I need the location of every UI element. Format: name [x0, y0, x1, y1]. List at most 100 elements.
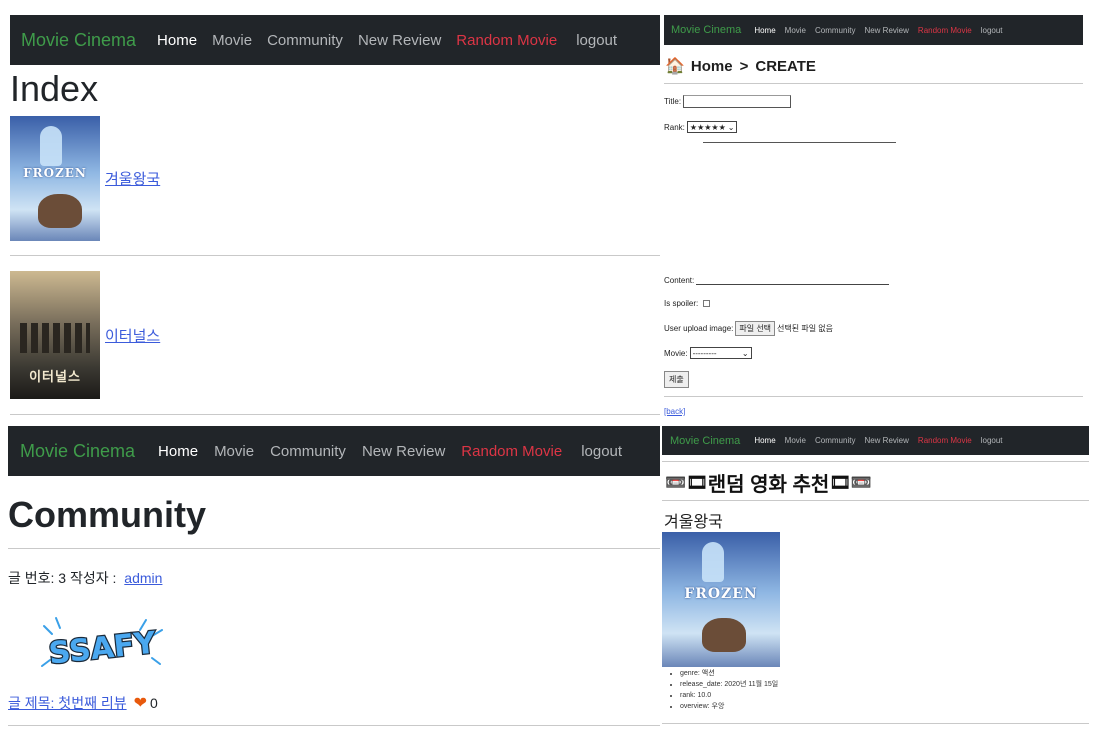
- nav-random-movie[interactable]: Random Movie: [918, 26, 972, 35]
- divider: [662, 723, 1089, 724]
- navbar: Movie Cinema Home Movie Community New Re…: [8, 426, 660, 476]
- submit-row: 제출: [664, 371, 689, 388]
- poster-title: 이터널스: [29, 369, 81, 384]
- post-title-link[interactable]: 글 제목: 첫번째 리뷰: [8, 693, 127, 713]
- nav-new-review[interactable]: New Review: [362, 443, 445, 460]
- back-link[interactable]: [back]: [664, 407, 685, 416]
- nav-movie[interactable]: Movie: [785, 436, 806, 445]
- nav-community[interactable]: Community: [270, 443, 346, 460]
- random-movie-title: 겨울왕국: [664, 514, 723, 531]
- breadcrumb-current: CREATE: [755, 57, 816, 75]
- divider: [8, 725, 660, 726]
- nav-random-movie[interactable]: Random Movie: [461, 443, 562, 460]
- nav-community[interactable]: Community: [815, 436, 855, 445]
- divider: [664, 396, 1083, 397]
- movie-select-value: ---------: [692, 348, 717, 358]
- movie-poster[interactable]: 이터널스: [10, 271, 100, 399]
- nav-home[interactable]: Home: [157, 32, 197, 49]
- nav-movie[interactable]: Movie: [785, 26, 806, 35]
- file-status: 선택된 파일 없음: [777, 324, 834, 333]
- poster-reindeer: [38, 194, 82, 228]
- like-count: 0: [150, 695, 158, 711]
- nav-home[interactable]: Home: [754, 436, 775, 445]
- divider: [662, 461, 1089, 462]
- list-item: genre: 액션: [680, 668, 778, 679]
- movie-row: Movie: --------- ⌄: [664, 347, 752, 359]
- poster-reindeer: [702, 618, 746, 652]
- page-title: Index: [10, 68, 99, 109]
- title-input[interactable]: [683, 95, 792, 108]
- spoiler-label: Is spoiler:: [664, 299, 699, 308]
- nav-random-movie[interactable]: Random Movie: [456, 32, 557, 49]
- nav-community[interactable]: Community: [815, 26, 855, 35]
- index-panel: Movie Cinema Home Movie Community New Re…: [0, 0, 660, 418]
- nav-random-movie[interactable]: Random Movie: [918, 436, 972, 445]
- create-panel: Movie Cinema Home Movie Community New Re…: [660, 0, 1105, 424]
- random-title: 📼🎞 랜덤 영화 추천 🎞📼: [665, 468, 872, 497]
- title-label: Title:: [664, 97, 682, 106]
- nav-logout[interactable]: logout: [981, 436, 1003, 445]
- nav-community[interactable]: Community: [267, 32, 343, 49]
- rank-select[interactable]: ★★★★★ ⌄: [686, 121, 738, 133]
- nav-new-review[interactable]: New Review: [358, 32, 441, 49]
- home-icon: 🏠: [665, 58, 685, 75]
- navbar: Movie Cinema Home Movie Community New Re…: [662, 426, 1089, 455]
- random-panel: Movie Cinema Home Movie Community New Re…: [662, 424, 1105, 736]
- poster-figure: [702, 542, 724, 582]
- rank-row: Rank: ★★★★★ ⌄: [664, 121, 738, 133]
- film-icon: 🎞📼: [829, 472, 873, 492]
- brand-link[interactable]: Movie Cinema: [21, 30, 136, 51]
- divider: [662, 500, 1089, 501]
- movie-link[interactable]: 이터널스: [105, 325, 160, 346]
- spoiler-row: Is spoiler:: [664, 299, 711, 308]
- movie-link[interactable]: 겨울왕국: [105, 168, 160, 189]
- brand-link[interactable]: Movie Cinema: [671, 24, 741, 36]
- content-row: Content:: [664, 276, 890, 285]
- ssafy-logo: SSAFY: [41, 617, 163, 673]
- list-item: overview: 우앙: [680, 701, 778, 712]
- nav-movie[interactable]: Movie: [214, 443, 254, 460]
- nav-home[interactable]: Home: [754, 26, 775, 35]
- movie-item: FROZEN 겨울왕국: [10, 116, 160, 241]
- brand-link[interactable]: Movie Cinema: [20, 441, 135, 462]
- movie-item: 이터널스 이터널스: [10, 271, 160, 399]
- submit-button[interactable]: 제출: [664, 371, 689, 388]
- author-link[interactable]: admin: [124, 570, 162, 586]
- nav-logout[interactable]: logout: [981, 26, 1003, 35]
- brand-link[interactable]: Movie Cinema: [670, 435, 740, 447]
- movie-select[interactable]: --------- ⌄: [689, 347, 752, 359]
- random-movie-poster: FROZEN: [662, 532, 780, 667]
- editor-top-line: [703, 142, 896, 143]
- logo-text: SSAFY: [47, 625, 159, 671]
- movie-poster[interactable]: FROZEN: [10, 116, 100, 241]
- post-number-label: 글 번호: 3 작성자 :: [8, 570, 117, 586]
- divider: [10, 414, 660, 415]
- nav-movie[interactable]: Movie: [212, 32, 252, 49]
- nav-home[interactable]: Home: [158, 443, 198, 460]
- image-label: User upload image:: [664, 324, 734, 333]
- list-item: release_date: 2020년 11월 15일: [680, 679, 778, 690]
- poster-title: FROZEN: [23, 166, 87, 180]
- movie-label: Movie:: [664, 348, 688, 358]
- file-select-button[interactable]: 파일 선택: [735, 321, 776, 336]
- nav-new-review[interactable]: New Review: [864, 26, 908, 35]
- post-title-line: 글 제목: 첫번째 리뷰 ❤ 0: [8, 693, 158, 713]
- divider: [10, 255, 660, 256]
- breadcrumb: 🏠 Home > CREATE: [665, 56, 816, 76]
- nav-logout[interactable]: logout: [576, 32, 617, 49]
- breadcrumb-home[interactable]: Home: [691, 58, 733, 75]
- navbar: Movie Cinema Home Movie Community New Re…: [10, 15, 660, 65]
- spoiler-checkbox[interactable]: [703, 300, 711, 307]
- heart-icon[interactable]: ❤: [134, 693, 147, 713]
- image-row: User upload image: 파일 선택 선택된 파일 없음: [664, 321, 833, 336]
- breadcrumb-separator: >: [739, 57, 749, 75]
- nav-logout[interactable]: logout: [581, 443, 622, 460]
- page-title: Community: [8, 494, 206, 535]
- poster-figure: [40, 126, 62, 166]
- community-panel: Movie Cinema Home Movie Community New Re…: [0, 418, 662, 736]
- nav-new-review[interactable]: New Review: [864, 436, 908, 445]
- rank-label: Rank:: [664, 122, 685, 132]
- poster-figures: [20, 323, 90, 353]
- movie-info-list: genre: 액션 release_date: 2020년 11월 15일 ra…: [670, 668, 778, 712]
- content-textarea[interactable]: [696, 276, 890, 285]
